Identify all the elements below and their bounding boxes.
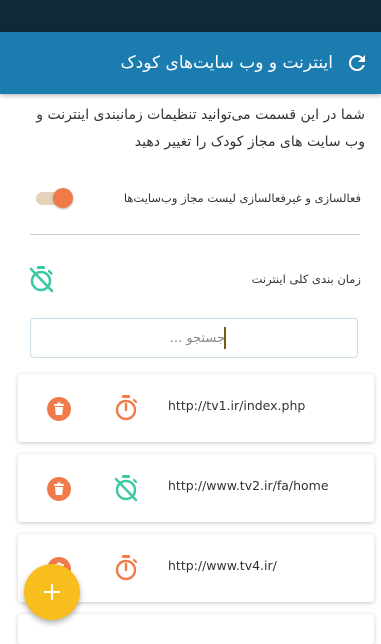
app-bar: اینترنت و وب سایت‌های کودک — [0, 32, 381, 94]
timer-off-icon[interactable] — [113, 474, 139, 502]
timer-icon[interactable] — [113, 554, 139, 582]
whitelist-toggle-label: فعالسازی و غیرفعالسازی لیست مجاز وب‌سایت… — [123, 191, 361, 205]
description-text: شما در این قسمت می‌توانید تنظیمات زمانبن… — [36, 107, 365, 150]
site-card[interactable]: http://tv1.ir/index.php — [18, 374, 374, 442]
site-card[interactable] — [18, 614, 374, 644]
delete-icon[interactable] — [46, 396, 72, 422]
internet-schedule-label: زمان بندی کلی اینترنت — [251, 272, 361, 286]
internet-schedule-row: زمان بندی کلی اینترنت — [0, 258, 381, 302]
plus-icon — [44, 584, 60, 600]
site-url: http://www.tv4.ir/ — [168, 558, 277, 573]
timer-icon[interactable] — [113, 394, 139, 422]
add-site-button[interactable] — [24, 564, 80, 620]
toggle-thumb — [53, 188, 73, 208]
delete-icon[interactable] — [46, 476, 72, 502]
site-url: http://tv1.ir/index.php — [168, 398, 306, 413]
refresh-icon[interactable] — [345, 51, 369, 75]
whitelist-toggle[interactable] — [36, 188, 73, 208]
site-card[interactable]: http://www.tv2.ir/fa/home — [18, 454, 374, 522]
whitelist-toggle-row: فعالسازی و غیرفعالسازی لیست مجاز وب‌سایت… — [0, 182, 381, 216]
timer-off-icon[interactable] — [26, 264, 56, 294]
site-url: http://www.tv2.ir/fa/home — [168, 478, 329, 493]
status-bar — [0, 0, 381, 32]
search-input[interactable] — [30, 318, 358, 358]
divider — [30, 234, 360, 235]
text-cursor — [224, 327, 226, 349]
page-title: اینترنت و وب سایت‌های کودک — [120, 53, 333, 73]
